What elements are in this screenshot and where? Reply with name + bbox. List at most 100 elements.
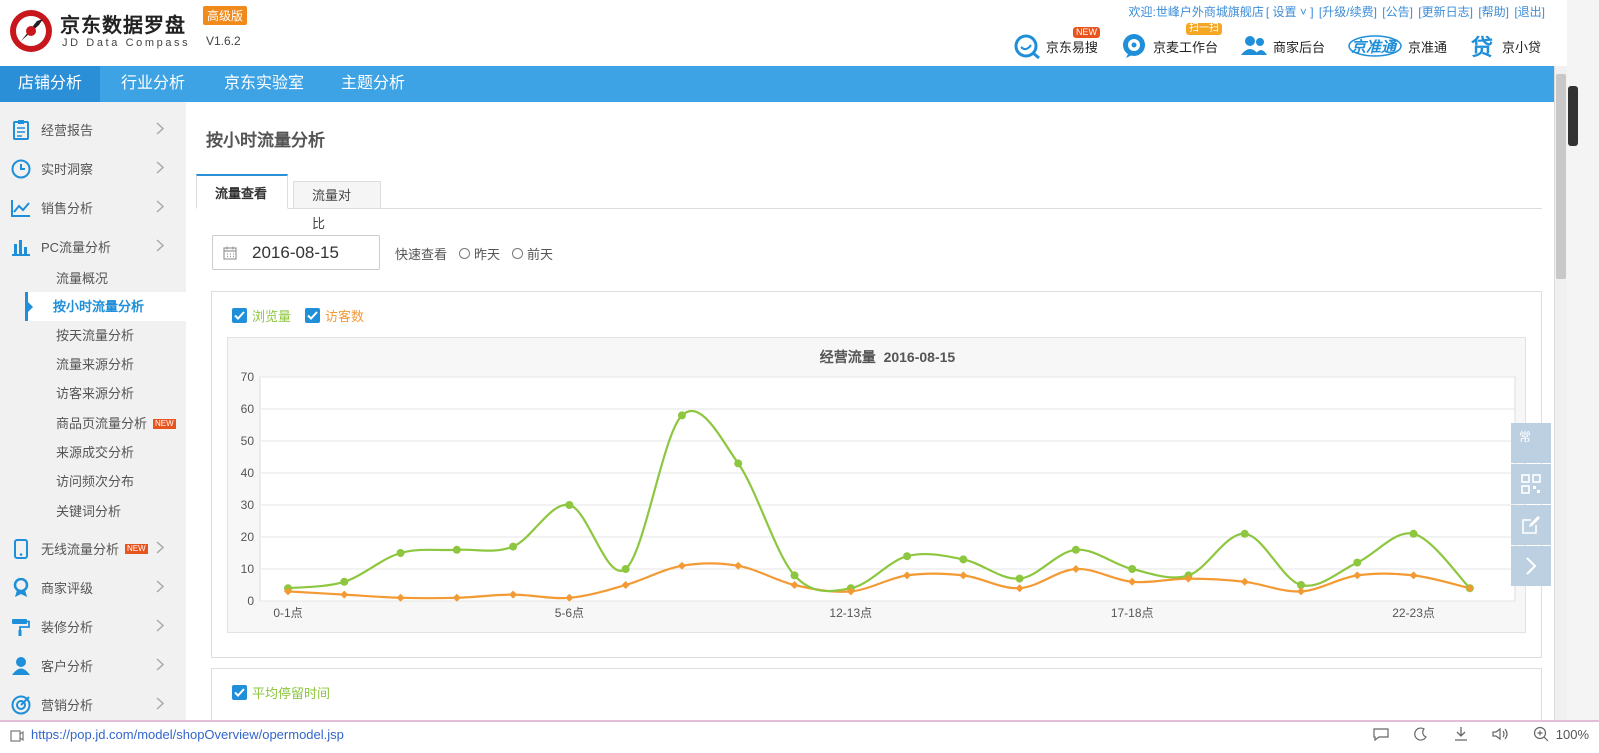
- data-point: [1128, 565, 1137, 573]
- y-tick-label: 60: [241, 402, 255, 416]
- checkbox-visitors[interactable]: [305, 308, 321, 323]
- help-link[interactable]: [帮助]: [1478, 5, 1509, 19]
- scrollbar-thumb[interactable]: [1556, 74, 1566, 279]
- vertical-scrollbar[interactable]: [1554, 66, 1567, 720]
- tab-traffic-compare[interactable]: 流量对比: [293, 181, 381, 231]
- sidebar-item-label: 实时洞察: [41, 162, 94, 177]
- sidebar-sub-hourly-traffic[interactable]: 按小时流量分析: [25, 292, 186, 321]
- tool-label: 京东易搜: [1045, 39, 1098, 55]
- radio-yesterday[interactable]: [459, 248, 471, 259]
- changelog-link[interactable]: [更新日志]: [1418, 5, 1473, 19]
- checkbox-avg-stay[interactable]: [232, 685, 247, 700]
- sidebar-item-label: 营销分析: [41, 698, 94, 713]
- y-tick-label: 0: [247, 594, 254, 608]
- upgrade-link[interactable]: [升级/续费]: [1319, 5, 1377, 19]
- chat-icon[interactable]: [1372, 725, 1390, 743]
- radio-day-before[interactable]: [512, 248, 524, 259]
- avg-stay-toggle: 平均停留时间: [232, 683, 330, 702]
- nav-jd-lab[interactable]: 京东实验室: [206, 66, 322, 102]
- zoom-icon[interactable]: [1532, 725, 1550, 743]
- traffic-line-chart: 经营流量 2016-08-15 0 10 20 30 40 50 60 70 0-1点 5-6点 12…: [241, 349, 1516, 620]
- checkbox-pageviews-label[interactable]: 浏览量: [252, 306, 291, 325]
- tool-label: 京小贷: [1501, 39, 1541, 55]
- sidebar-item-marketing[interactable]: 营销分析: [0, 685, 186, 724]
- new-badge: NEW: [153, 419, 176, 429]
- sidebar-sub-source-deals[interactable]: 来源成交分析: [56, 438, 134, 467]
- data-point: [1353, 558, 1362, 567]
- checkbox-pageviews[interactable]: [232, 308, 247, 323]
- tool-jd-search[interactable]: 京东易搜 NEW: [1013, 27, 1100, 59]
- float-qrcode-button[interactable]: [1511, 464, 1551, 504]
- sidebar-sub-label: 按小时流量分析: [53, 299, 145, 314]
- app-title: 京东数据罗盘: [60, 15, 186, 37]
- radio-day-before-label[interactable]: 前天: [527, 244, 553, 263]
- x-tick-label: 0-1点: [273, 606, 302, 620]
- users-icon: [1240, 33, 1268, 59]
- main-content: 按小时流量分析 流量查看 流量对比 2016-08-15 快速查看 昨天 前天 …: [186, 102, 1554, 728]
- jingmai-icon: [1120, 33, 1148, 59]
- date-picker[interactable]: 2016-08-15: [212, 235, 380, 270]
- sidebar-sub-keywords[interactable]: 关键词分析: [56, 497, 121, 526]
- toolbar: 京东易搜 NEW 京麦工作台 扫一扫 商家后台 京准通 京准通 贷 京小贷: [991, 23, 1541, 62]
- sidebar-item-customer[interactable]: 客户分析: [0, 646, 186, 685]
- sidebar-item-business-report[interactable]: 经营报告: [0, 110, 186, 149]
- tool-jingmai[interactable]: 京麦工作台 扫一扫: [1120, 23, 1222, 59]
- download-icon[interactable]: [1452, 725, 1470, 743]
- checkbox-avg-stay-label[interactable]: 平均停留时间: [252, 683, 330, 702]
- float-collapse-button[interactable]: [1511, 546, 1551, 586]
- night-mode-icon[interactable]: [1412, 725, 1430, 743]
- frequent-icon: 常: [1519, 430, 1532, 444]
- scan-badge: 扫一扫: [1185, 23, 1222, 35]
- chart-area: 经营流量 2016-08-15 0 10 20 30 40 50 60 70 0-1点 5-6点 12…: [227, 337, 1526, 633]
- nav-industry-analysis[interactable]: 行业分析: [103, 66, 203, 102]
- sidebar-item-sales[interactable]: 销售分析: [0, 188, 186, 227]
- sidebar-sub-traffic-source[interactable]: 流量来源分析: [56, 350, 134, 379]
- data-point: [903, 552, 912, 561]
- x-tick-label: 22-23点: [1392, 606, 1435, 620]
- sidebar-sub-product-page-traffic[interactable]: 商品页流量分析 NEW: [56, 409, 176, 438]
- tool-label: 商家后台: [1272, 39, 1325, 55]
- chevron-right-icon: [156, 239, 164, 252]
- x-tick-label: 17-18点: [1111, 606, 1154, 620]
- y-tick-label: 20: [241, 530, 255, 544]
- sidebar-sub-visitor-source[interactable]: 访客来源分析: [56, 379, 134, 408]
- ribbon-icon: [10, 577, 32, 599]
- sidebar-item-wireless-traffic[interactable]: 无线流量分析 NEW: [0, 529, 186, 568]
- chevron-right-icon: [156, 658, 164, 671]
- chart-title: 经营流量 2016-08-15: [820, 349, 956, 365]
- sidebar-item-merchant-rating[interactable]: 商家评级: [0, 568, 186, 607]
- tool-jd-loan[interactable]: 贷 京小贷: [1469, 33, 1541, 59]
- nav-topic-analysis[interactable]: 主题分析: [323, 66, 423, 102]
- radio-yesterday-label[interactable]: 昨天: [474, 244, 500, 263]
- data-point: [452, 545, 461, 554]
- svg-text:京准通: 京准通: [1351, 38, 1399, 56]
- sidebar-sub-traffic-overview[interactable]: 流量概况: [56, 264, 108, 293]
- chevron-right-icon: [156, 697, 164, 710]
- edit-icon: [1522, 516, 1540, 534]
- jd-compass-logo-icon[interactable]: [9, 9, 53, 53]
- notice-link[interactable]: [公告]: [1382, 5, 1413, 19]
- x-tick-label: 5-6点: [555, 606, 584, 620]
- float-feedback-button[interactable]: [1511, 505, 1551, 545]
- sidebar-item-pc-traffic[interactable]: PC流量分析: [0, 227, 186, 266]
- checkbox-visitors-label[interactable]: 访客数: [325, 306, 364, 325]
- tool-merchant-backend[interactable]: 商家后台: [1240, 33, 1325, 59]
- tab-traffic-view[interactable]: 流量查看: [196, 174, 288, 209]
- volume-icon[interactable]: [1492, 725, 1510, 743]
- data-point: [396, 549, 405, 557]
- logout-link[interactable]: [退出]: [1514, 5, 1545, 19]
- tool-jingzhuntong[interactable]: 京准通 京准通: [1347, 33, 1447, 59]
- sidebar-item-decoration[interactable]: 装修分析: [0, 607, 186, 646]
- settings-link[interactable]: [ 设置 ˅ ]: [1266, 5, 1314, 19]
- sidebar-sub-visit-frequency[interactable]: 访问频次分布: [56, 467, 134, 496]
- zoom-level[interactable]: 100%: [1556, 727, 1589, 742]
- data-point: [621, 565, 630, 573]
- sidebar-sub-daily-traffic[interactable]: 按天流量分析: [56, 321, 134, 350]
- float-frequent-button[interactable]: 常: [1511, 423, 1551, 463]
- user-icon: [10, 655, 32, 677]
- chevron-right-icon: [156, 580, 164, 593]
- nav-shop-analysis[interactable]: 店铺分析: [0, 66, 101, 102]
- chevron-right-icon: [156, 122, 164, 135]
- app-subtitle: JD Data Compass: [62, 37, 191, 49]
- sidebar-item-realtime[interactable]: 实时洞察: [0, 149, 186, 188]
